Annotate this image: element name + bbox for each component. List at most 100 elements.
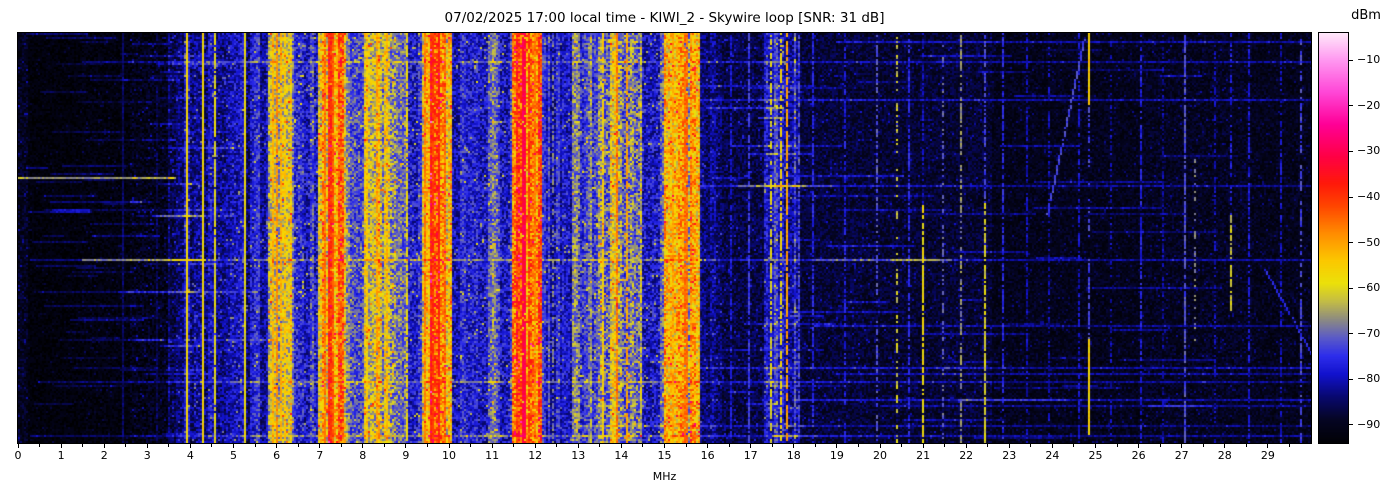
x-minor-tick-mark bbox=[1030, 444, 1032, 447]
x-tick-mark bbox=[1181, 444, 1183, 448]
x-tick-mark bbox=[405, 444, 407, 448]
colorbar-tick-label: −40 bbox=[1357, 190, 1381, 203]
x-minor-tick-mark bbox=[426, 444, 428, 447]
plot-title: 07/02/2025 17:00 local time - KIWI_2 - S… bbox=[444, 10, 885, 26]
x-tick-label: 27 bbox=[1174, 449, 1189, 462]
x-tick-label: 14 bbox=[614, 449, 629, 462]
x-minor-tick-mark bbox=[814, 444, 816, 447]
x-tick-label: 21 bbox=[916, 449, 931, 462]
x-tick-mark bbox=[664, 444, 665, 448]
x-tick-label: 9 bbox=[402, 449, 410, 462]
x-tick-label: 25 bbox=[1088, 449, 1103, 462]
x-tick-label: 16 bbox=[700, 449, 715, 462]
colorbar-tick-label: −80 bbox=[1357, 372, 1381, 386]
x-tick-label: 26 bbox=[1131, 449, 1146, 462]
x-tick-label: 19 bbox=[829, 449, 844, 462]
figure: 07/02/2025 17:00 local time - KIWI_2 - S… bbox=[0, 0, 1400, 500]
x-minor-tick-mark bbox=[39, 444, 41, 447]
x-minor-tick-mark bbox=[168, 444, 170, 447]
colorbar bbox=[1318, 32, 1349, 444]
colorbar-tick-mark bbox=[1349, 59, 1353, 61]
colorbar-tick-label: −20 bbox=[1357, 98, 1381, 112]
x-minor-tick-mark bbox=[254, 444, 256, 447]
x-tick-mark bbox=[707, 444, 709, 448]
x-minor-tick-mark bbox=[1073, 444, 1075, 447]
colorbar-canvas bbox=[1319, 33, 1348, 443]
x-minor-tick-mark bbox=[1159, 444, 1161, 447]
x-tick-mark bbox=[836, 444, 838, 448]
x-tick-label: 13 bbox=[571, 449, 586, 462]
x-minor-tick-mark bbox=[987, 444, 989, 447]
x-tick-label: 3 bbox=[143, 449, 151, 462]
x-tick-label: 0 bbox=[14, 449, 22, 462]
colorbar-tick-label: −30 bbox=[1357, 144, 1381, 158]
colorbar-tick-mark bbox=[1349, 424, 1353, 426]
x-tick-label: 22 bbox=[959, 449, 974, 462]
x-minor-tick-mark bbox=[1116, 444, 1118, 447]
x-tick-mark bbox=[448, 444, 450, 448]
x-tick-mark bbox=[793, 444, 795, 448]
x-tick-label: 10 bbox=[442, 449, 456, 462]
x-minor-tick-mark bbox=[771, 444, 773, 447]
x-minor-tick-mark bbox=[1245, 444, 1247, 447]
x-tick-mark bbox=[1051, 444, 1053, 448]
x-minor-tick-mark bbox=[857, 444, 859, 447]
x-tick-mark bbox=[1095, 444, 1096, 448]
x-minor-tick-mark bbox=[340, 444, 342, 447]
x-tick-label: 11 bbox=[485, 449, 500, 462]
colorbar-tick-label: −10 bbox=[1357, 53, 1381, 67]
x-minor-tick-mark bbox=[470, 444, 472, 447]
x-tick-label: 4 bbox=[186, 449, 194, 462]
x-tick-mark bbox=[491, 444, 493, 448]
x-tick-label: 5 bbox=[230, 449, 237, 462]
colorbar-unit-label: dBm bbox=[1351, 8, 1381, 23]
x-tick-label: 28 bbox=[1217, 449, 1232, 462]
x-tick-mark bbox=[534, 444, 536, 448]
x-tick-mark bbox=[965, 444, 967, 448]
colorbar-tick-label: −50 bbox=[1357, 235, 1381, 249]
x-minor-tick-mark bbox=[82, 444, 84, 447]
x-tick-label: 29 bbox=[1260, 449, 1275, 462]
x-tick-label: 1 bbox=[57, 449, 65, 462]
x-tick-mark bbox=[879, 444, 881, 448]
x-axis-unit-label: MHz bbox=[652, 470, 677, 483]
x-minor-tick-mark bbox=[297, 444, 299, 447]
x-tick-label: 23 bbox=[1002, 449, 1017, 462]
colorbar-tick-mark bbox=[1349, 105, 1353, 107]
x-tick-label: 18 bbox=[786, 449, 801, 462]
x-tick-mark bbox=[1267, 444, 1269, 448]
x-minor-tick-mark bbox=[944, 444, 946, 447]
x-minor-tick-mark bbox=[685, 444, 687, 447]
x-tick-label: 8 bbox=[359, 449, 367, 462]
x-tick-mark bbox=[577, 444, 579, 448]
x-minor-tick-mark bbox=[383, 444, 385, 447]
x-tick-mark bbox=[750, 444, 752, 448]
x-minor-tick-mark bbox=[513, 444, 515, 447]
x-tick-mark bbox=[233, 444, 234, 448]
colorbar-tick-mark bbox=[1349, 242, 1353, 244]
x-minor-tick-mark bbox=[1202, 444, 1204, 447]
x-minor-tick-mark bbox=[599, 444, 601, 447]
x-tick-label: 12 bbox=[528, 449, 543, 462]
x-minor-tick-mark bbox=[211, 444, 213, 447]
x-tick-mark bbox=[146, 444, 148, 448]
x-minor-tick-mark bbox=[556, 444, 558, 447]
colorbar-tick-mark bbox=[1349, 378, 1353, 380]
x-tick-label: 24 bbox=[1045, 449, 1060, 462]
colorbar-tick-label: −60 bbox=[1357, 281, 1381, 295]
x-tick-mark bbox=[103, 444, 105, 448]
x-tick-label: 15 bbox=[657, 449, 672, 462]
x-tick-mark bbox=[276, 444, 278, 448]
colorbar-tick-label: −90 bbox=[1357, 417, 1381, 431]
spectrogram-plot-area bbox=[17, 32, 1312, 444]
x-minor-tick-mark bbox=[1288, 444, 1290, 447]
x-minor-tick-mark bbox=[901, 444, 903, 447]
x-tick-label: 20 bbox=[873, 449, 887, 462]
colorbar-tick-mark bbox=[1349, 196, 1353, 198]
x-tick-label: 2 bbox=[100, 449, 108, 462]
colorbar-tick-mark bbox=[1349, 150, 1353, 152]
x-tick-mark bbox=[922, 444, 924, 448]
x-tick-label: 6 bbox=[273, 449, 281, 462]
colorbar-tick-mark bbox=[1349, 333, 1353, 335]
spectrogram-canvas bbox=[18, 33, 1311, 443]
